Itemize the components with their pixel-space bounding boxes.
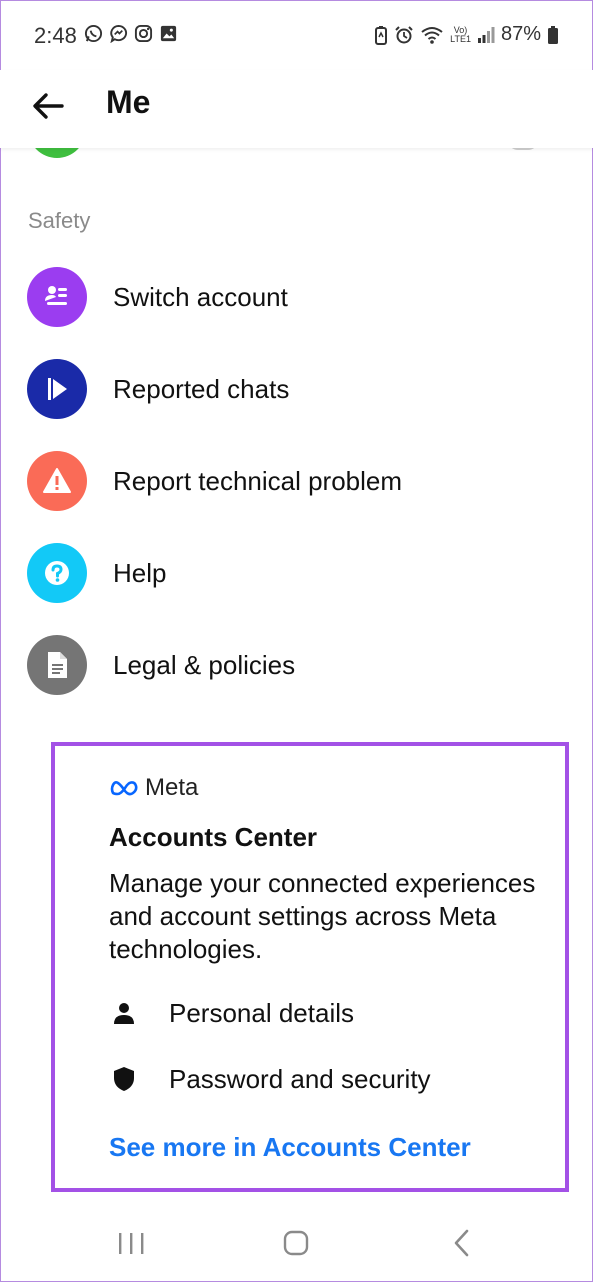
menu-label: Help [113,557,167,588]
accounts-center-description: Manage your connected experiences and ac… [109,868,536,964]
section-label-safety: Safety [28,208,91,233]
status-bar: 2:48 Vo) LTE1 87% [0,0,593,70]
page-title: Me [106,84,151,120]
back-nav-icon[interactable] [447,1228,477,1258]
battery-percent: 87% [500,23,541,45]
signal-icon [477,26,495,43]
whatsapp-icon [84,24,103,43]
alarm-icon [395,25,413,43]
back-arrow-icon[interactable] [28,86,68,126]
status-right: Vo) LTE1 87% [374,23,559,46]
network-type: Vo) LTE1 [450,24,471,44]
instagram-icon [134,24,153,43]
system-nav-bar [0,1200,593,1282]
meta-brand-text: Meta [145,774,199,801]
menu-item-legal-policies[interactable]: Legal & policies [0,625,593,705]
top-app-bar: Me [0,70,593,148]
password-security-label: Password and security [169,1063,431,1094]
gallery-icon [160,25,177,42]
password-security-row[interactable]: Password and security [109,1064,431,1094]
shield-icon [109,1064,139,1094]
person-icon [109,998,139,1028]
menu-item-reported-chats[interactable]: Reported chats [0,349,593,429]
accounts-center-title: Accounts Center [109,822,318,852]
personal-details-label: Personal details [169,997,354,1028]
menu-label: Switch account [113,281,288,312]
menu-item-switch-account[interactable]: Switch account [0,257,593,337]
switch-account-icon [27,267,87,327]
menu-label: Report technical problem [113,465,403,496]
battery-saver-icon [375,25,388,45]
menu-label: Reported chats [113,373,290,404]
see-more-accounts-center-link[interactable]: See more in Accounts Center [109,1132,471,1163]
personal-details-row[interactable]: Personal details [109,998,354,1028]
messenger-icon [110,24,127,43]
battery-icon [548,25,558,44]
accounts-center-card: Meta Accounts Center Manage your connect… [51,742,569,1192]
notification-icons [84,24,178,43]
menu-item-report-problem[interactable]: Report technical problem [0,441,593,521]
warning-icon [27,451,87,511]
home-icon[interactable] [281,1228,311,1258]
status-time: 2:48 [34,23,77,48]
recents-icon[interactable] [116,1228,146,1258]
wifi-icon [421,26,443,44]
document-icon [27,635,87,695]
menu-item-help[interactable]: Help [0,533,593,613]
meta-infinity-icon [110,781,138,796]
menu-label: Legal & policies [113,649,296,680]
flag-icon [27,359,87,419]
help-icon [27,543,87,603]
meta-logo: Meta [109,774,198,802]
